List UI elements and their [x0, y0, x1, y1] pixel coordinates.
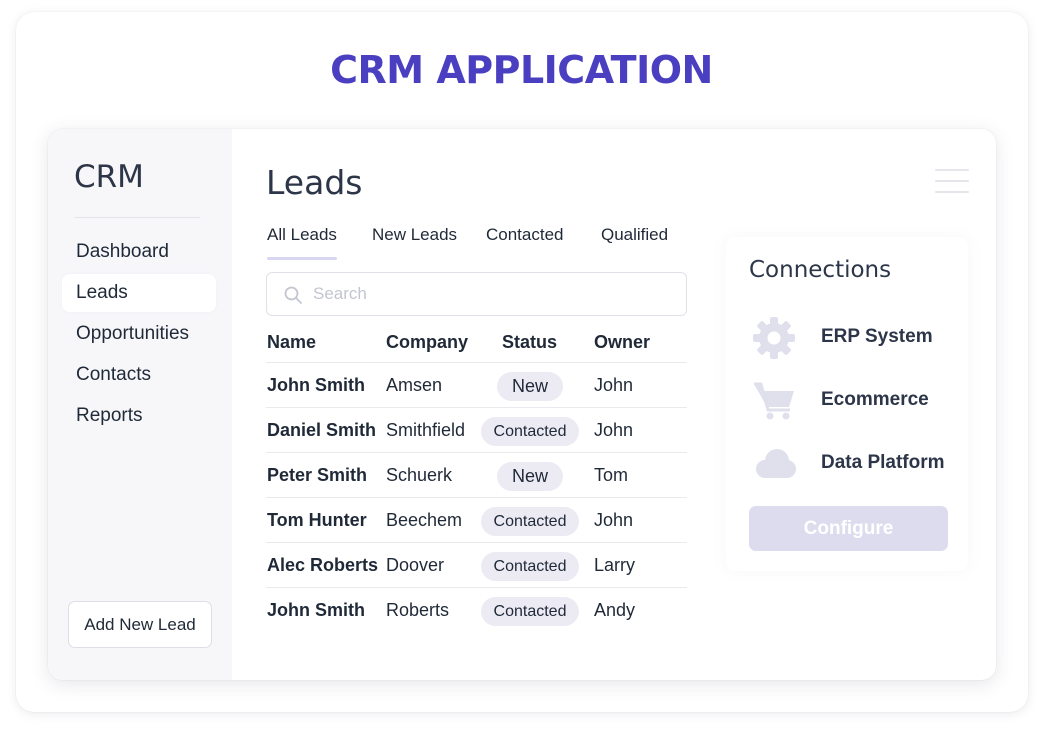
- sidebar-nav: Dashboard Leads Opportunities Contacts R…: [62, 233, 216, 438]
- configure-button[interactable]: Configure: [749, 506, 948, 551]
- lead-owner: Larry: [594, 555, 636, 575]
- lead-name: Tom Hunter: [267, 510, 367, 530]
- lead-name: John Smith: [267, 375, 365, 395]
- app-window: CRM Dashboard Leads Opportunities Contac…: [48, 129, 996, 680]
- status-badge: New: [496, 371, 563, 401]
- connections-title: Connections: [749, 257, 892, 283]
- table-row[interactable]: Daniel Smith Smithfield Contacted John: [266, 408, 687, 453]
- sidebar-item-leads[interactable]: Leads: [62, 274, 216, 312]
- connection-ecommerce[interactable]: Ecommerce: [752, 376, 962, 426]
- table-row[interactable]: John Smith Roberts Contacted Andy: [266, 588, 687, 633]
- status-badge: New: [496, 461, 563, 491]
- lead-company: Doover: [386, 555, 445, 575]
- cloud-icon: [756, 449, 796, 478]
- lead-company: Beechem: [386, 510, 463, 530]
- sidebar-item-opportunities[interactable]: Opportunities: [62, 315, 216, 353]
- hamburger-menu-icon[interactable]: [935, 167, 969, 195]
- status-badge: Contacted: [480, 416, 580, 446]
- lead-name: Alec Roberts: [267, 555, 379, 575]
- column-header-company[interactable]: Company: [386, 322, 468, 362]
- connection-label: Ecommerce: [821, 389, 929, 410]
- lead-company: Amsen: [386, 375, 443, 395]
- sidebar-item-reports[interactable]: Reports: [62, 397, 216, 435]
- connection-data-platform[interactable]: Data Platform: [752, 439, 962, 489]
- connection-label: Data Platform: [821, 452, 945, 473]
- sidebar-item-contacts[interactable]: Contacts: [62, 356, 216, 394]
- lead-owner: John: [594, 420, 634, 440]
- sidebar: CRM Dashboard Leads Opportunities Contac…: [48, 129, 232, 680]
- connection-erp-system[interactable]: ERP System: [752, 313, 962, 363]
- lead-name: John Smith: [267, 600, 365, 620]
- column-header-name[interactable]: Name: [267, 322, 316, 362]
- lead-owner: John: [594, 375, 634, 395]
- lead-name: Daniel Smith: [267, 420, 377, 440]
- tab-contacted[interactable]: Contacted: [486, 225, 564, 245]
- lead-owner: Andy: [594, 600, 636, 620]
- tab-all-leads[interactable]: All Leads: [267, 225, 337, 260]
- gear-icon: [753, 317, 795, 359]
- table-header: Name Company Status Owner: [266, 322, 687, 363]
- lead-company: Roberts: [386, 600, 450, 620]
- leads-table: Name Company Status Owner John Smith Ams…: [266, 322, 687, 633]
- hero-title: CRM APPLICATION: [330, 48, 713, 92]
- brand-logo: CRM: [74, 159, 144, 195]
- table-row[interactable]: John Smith Amsen New John: [266, 363, 687, 408]
- sidebar-divider: [74, 217, 200, 218]
- lead-company: Smithfield: [386, 420, 466, 440]
- table-row[interactable]: Peter Smith Schuerk New Tom: [266, 453, 687, 498]
- status-badge: Contacted: [480, 506, 580, 536]
- add-new-lead-button[interactable]: Add New Lead: [68, 601, 212, 648]
- lead-owner: Tom: [594, 465, 629, 485]
- lead-owner: John: [594, 510, 634, 530]
- lead-company: Schuerk: [386, 465, 453, 485]
- column-header-status[interactable]: Status: [502, 322, 557, 362]
- status-badge: Contacted: [480, 596, 580, 626]
- table-row[interactable]: Tom Hunter Beechem Contacted John: [266, 498, 687, 543]
- tab-new-leads[interactable]: New Leads: [372, 225, 457, 245]
- tab-qualified[interactable]: Qualified: [601, 225, 668, 245]
- table-row[interactable]: Alec Roberts Doover Contacted Larry: [266, 543, 687, 588]
- connections-panel: Connections ERP System Ecommerce Data Pl…: [726, 237, 968, 571]
- connection-label: ERP System: [821, 326, 933, 347]
- shopping-cart-icon: [754, 382, 794, 420]
- sidebar-item-dashboard[interactable]: Dashboard: [62, 233, 216, 271]
- search-icon: [284, 286, 302, 304]
- search-input[interactable]: [313, 281, 673, 307]
- column-header-owner[interactable]: Owner: [594, 322, 650, 362]
- search-box: [266, 272, 687, 316]
- lead-name: Peter Smith: [267, 465, 368, 485]
- page-title: Leads: [266, 163, 363, 202]
- status-badge: Contacted: [480, 551, 580, 581]
